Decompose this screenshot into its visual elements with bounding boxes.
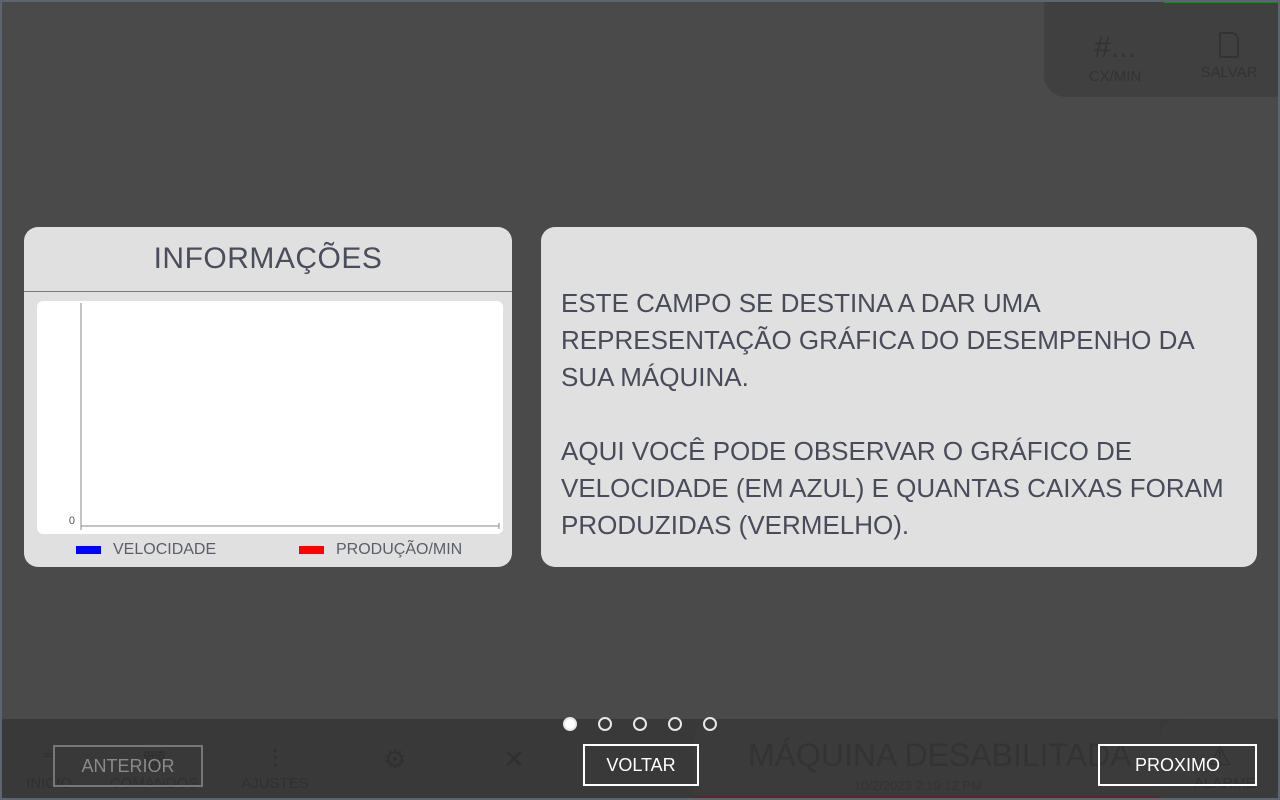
back-button[interactable]: VOLTAR <box>583 744 699 786</box>
info-card: INFORMAÇÕES 0 VELOCIDADE PRODUÇÃO/MIN <box>24 227 512 567</box>
sd-card-icon <box>1219 32 1239 58</box>
machine-status-timestamp: 10/2/2023 2:19:12 PM <box>854 778 982 793</box>
nav-item-ajustes[interactable]: ⫶ AJUSTES <box>240 743 310 792</box>
legend-label-velocidade: VELOCIDADE <box>113 541 217 558</box>
tutorial-description: ESTE CAMPO SE DESTINA A DAR UMA REPRESEN… <box>561 285 1251 544</box>
pagination-dot[interactable] <box>668 717 682 731</box>
save-label: SALVAR <box>1200 64 1258 81</box>
nav-item-tools[interactable]: ✕ <box>494 743 534 775</box>
legend-label-producao: PRODUÇÃO/MIN <box>336 541 463 558</box>
tutorial-description-card: ESTE CAMPO SE DESTINA A DAR UMA REPRESEN… <box>541 227 1257 567</box>
machine-status-title: MÁQUINA DESABILITADA <box>748 737 1132 773</box>
save-button[interactable]: SALVAR <box>1184 28 1274 81</box>
production-rate: #... CX/MIN <box>1070 28 1160 85</box>
gears-icon: ⚙ <box>383 744 407 774</box>
chart-legend: VELOCIDADE PRODUÇÃO/MIN <box>24 539 512 561</box>
performance-chart: 0 <box>37 301 503 534</box>
legend-swatch-producao <box>299 546 324 554</box>
nav-item-gears[interactable]: ⚙ <box>370 743 420 775</box>
pagination-dot[interactable] <box>703 717 717 731</box>
status-alert-line <box>694 796 1160 800</box>
production-panel: #... CX/MIN SALVAR <box>1044 0 1280 97</box>
status-indicator-line <box>1164 0 1280 3</box>
production-rate-label: CX/MIN <box>1088 68 1142 85</box>
next-button[interactable]: PROXIMO <box>1098 744 1257 786</box>
sliders-icon: ⫶ <box>271 744 279 774</box>
pagination-dot[interactable] <box>633 717 647 731</box>
wrench-icon: ✕ <box>503 744 525 774</box>
y-tick-label: 0 <box>69 515 75 527</box>
production-rate-value: #... <box>1094 31 1136 64</box>
tutorial-paragraph-1: ESTE CAMPO SE DESTINA A DAR UMA REPRESEN… <box>561 288 1194 392</box>
previous-button[interactable]: ANTERIOR <box>53 745 203 787</box>
nav-label-ajustes: AJUSTES <box>241 775 309 792</box>
tutorial-paragraph-2: AQUI VOCÊ PODE OBSERVAR O GRÁFICO DE VEL… <box>561 436 1224 540</box>
pagination-dot[interactable] <box>598 717 612 731</box>
machine-status: MÁQUINA DESABILITADA 10/2/2023 2:19:12 P… <box>694 719 1160 800</box>
performance-chart-svg: 0 <box>69 303 500 530</box>
info-card-title: INFORMAÇÕES <box>24 227 512 292</box>
legend-swatch-velocidade <box>76 546 101 554</box>
legend-item-producao: PRODUÇÃO/MIN <box>299 541 462 559</box>
pagination-dot[interactable] <box>563 717 577 731</box>
legend-item-velocidade: VELOCIDADE <box>76 541 216 559</box>
